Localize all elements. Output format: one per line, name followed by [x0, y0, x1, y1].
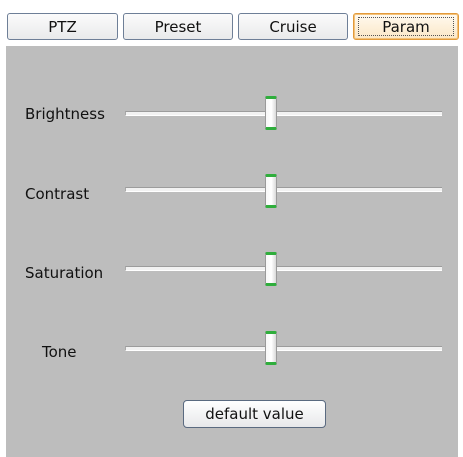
tone-slider-track[interactable]	[125, 346, 442, 351]
tab-preset[interactable]: Preset	[123, 13, 233, 40]
default-value-button[interactable]: default value	[183, 400, 326, 428]
contrast-slider-track[interactable]	[125, 187, 442, 192]
tab-preset-label: Preset	[154, 17, 202, 36]
tab-ptz[interactable]: PTZ	[7, 13, 118, 40]
contrast-slider-thumb[interactable]	[265, 174, 277, 208]
saturation-label: Saturation	[25, 264, 104, 282]
saturation-slider-track[interactable]	[125, 266, 442, 271]
tab-param-label: Param	[382, 17, 430, 36]
tone-slider-thumb[interactable]	[265, 331, 277, 365]
brightness-slider-track[interactable]	[125, 111, 442, 116]
brightness-slider-thumb[interactable]	[265, 96, 277, 130]
saturation-slider-thumb[interactable]	[265, 252, 277, 286]
tab-bar: PTZ Preset Cruise Param	[0, 0, 463, 46]
brightness-label: Brightness	[25, 105, 105, 123]
tab-cruise-label: Cruise	[269, 17, 317, 36]
tab-param[interactable]: Param	[353, 13, 459, 40]
tab-cruise[interactable]: Cruise	[238, 13, 348, 40]
default-value-button-label: default value	[205, 405, 304, 423]
contrast-label: Contrast	[25, 185, 90, 203]
tab-ptz-label: PTZ	[48, 17, 77, 36]
tone-label: Tone	[42, 343, 77, 361]
